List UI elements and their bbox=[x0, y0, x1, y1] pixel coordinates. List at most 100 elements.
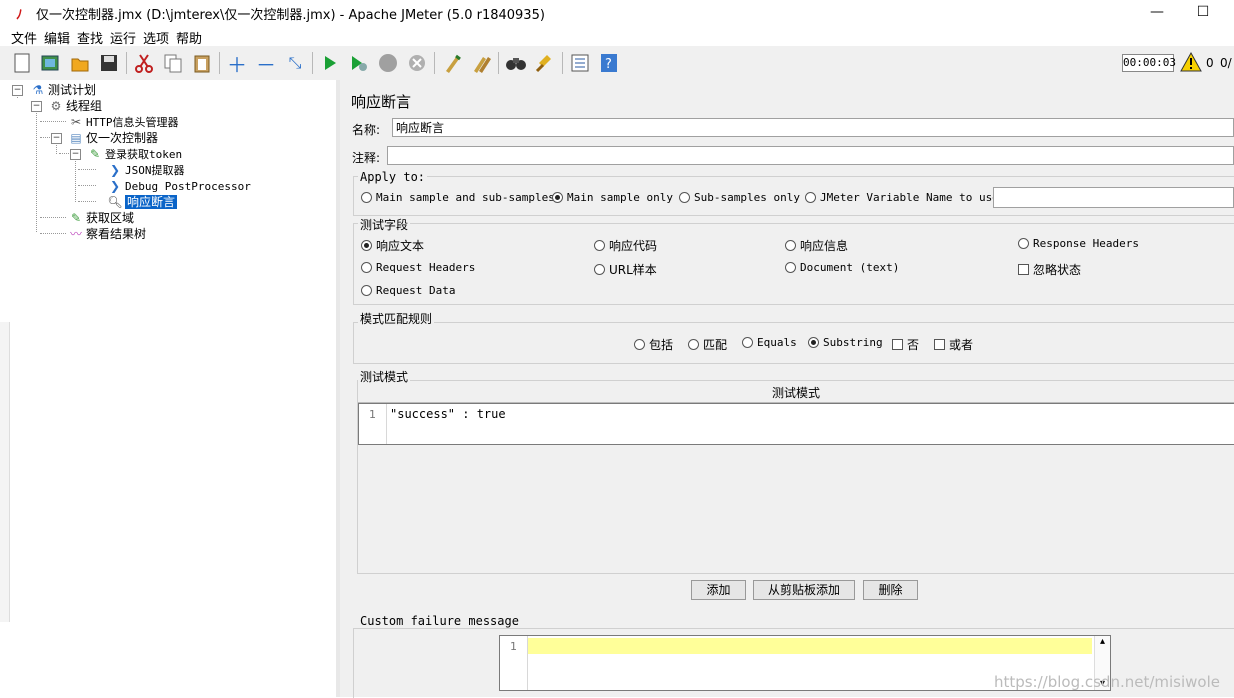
clear-all-icon[interactable] bbox=[469, 51, 493, 75]
field-document-radio[interactable]: Document (text) bbox=[785, 261, 899, 274]
name-label: 名称: bbox=[352, 123, 381, 137]
watermark: https://blog.csdn.net/misiwole bbox=[993, 673, 1220, 691]
reset-search-icon[interactable] bbox=[533, 51, 557, 75]
collapse-toggle[interactable]: − bbox=[12, 85, 23, 96]
add-from-clipboard-button[interactable]: 从剪贴板添加 bbox=[753, 580, 855, 600]
svg-text:?: ? bbox=[605, 57, 612, 72]
elapsed-time: 00:00:03 bbox=[1122, 54, 1176, 72]
toolbar: ＋ － ⤡ ? 00:00:03 0 0/ bbox=[0, 46, 1234, 81]
cut-icon[interactable] bbox=[132, 51, 156, 75]
collapse-toggle[interactable]: − bbox=[51, 133, 62, 144]
save-icon[interactable] bbox=[97, 51, 121, 75]
pattern-rules-title: 模式匹配规则 bbox=[358, 310, 435, 327]
rule-equals-radio[interactable]: Equals bbox=[742, 336, 797, 349]
field-response-text-radio[interactable]: 响应文本 bbox=[361, 237, 424, 254]
tree-item-header-manager[interactable]: ✂ HTTP信息头管理器 bbox=[68, 114, 179, 130]
expand-all-icon[interactable]: ＋ bbox=[225, 51, 249, 77]
minimize-button[interactable]: — bbox=[1134, 0, 1180, 24]
warning-count: 0 bbox=[1206, 56, 1214, 70]
rule-contains-radio[interactable]: 包括 bbox=[634, 336, 673, 353]
field-response-headers-radio[interactable]: Response Headers bbox=[1018, 237, 1139, 250]
tree-item-view-results-tree[interactable]: 〰察看结果树 bbox=[68, 226, 146, 242]
rule-substring-radio[interactable]: Substring bbox=[808, 336, 883, 349]
background-window-edge bbox=[0, 322, 10, 622]
tree-item-debug-postprocessor[interactable]: ❯ Debug PostProcessor bbox=[107, 178, 251, 194]
collapse-toggle[interactable]: − bbox=[70, 149, 81, 160]
test-plan-tree: − − − − ⚗ 测试计划 ⚙ 线程组 ✂ HTTP信息头管理器 ▤ 仅一次控制器 ✎… bbox=[0, 80, 337, 697]
stop-icon[interactable] bbox=[376, 51, 400, 75]
field-response-message-radio[interactable]: 响应信息 bbox=[785, 237, 848, 254]
new-icon[interactable] bbox=[10, 51, 34, 75]
menu-search[interactable]: 查找 bbox=[77, 28, 103, 47]
shutdown-icon[interactable] bbox=[405, 51, 429, 75]
help-icon[interactable]: ? bbox=[597, 51, 621, 75]
menu-options[interactable]: 选项 bbox=[143, 28, 169, 47]
extractor-icon: ❯ bbox=[109, 163, 121, 177]
line-gutter: 1 bbox=[359, 404, 387, 444]
tree-item-thread-group[interactable]: ⚙ 线程组 bbox=[48, 98, 102, 114]
apply-variable-radio[interactable]: JMeter Variable Name to use bbox=[805, 191, 999, 204]
listener-icon: 〰 bbox=[69, 227, 82, 241]
variable-name-field[interactable] bbox=[993, 187, 1234, 208]
comment-label: 注释: bbox=[352, 151, 381, 165]
search-icon[interactable] bbox=[504, 51, 528, 75]
apply-sub-only-radio[interactable]: Sub-samples only bbox=[679, 191, 800, 204]
rule-matches-radio[interactable]: 匹配 bbox=[688, 336, 727, 353]
panel-title: 响应断言 bbox=[351, 93, 412, 111]
custom-failure-title: Custom failure message bbox=[358, 614, 521, 628]
name-field[interactable]: 响应断言 bbox=[392, 118, 1234, 137]
menu-edit[interactable]: 编辑 bbox=[44, 28, 70, 47]
comment-field[interactable] bbox=[387, 146, 1234, 165]
gear-icon: ⚙ bbox=[50, 99, 62, 113]
start-no-pauses-icon[interactable] bbox=[347, 51, 371, 75]
flask-icon: ⚗ bbox=[32, 83, 44, 97]
menu-bar: 文件 编辑 查找 运行 选项 帮助 bbox=[0, 26, 1234, 47]
sampler-icon: ✎ bbox=[89, 147, 101, 161]
open-icon[interactable] bbox=[68, 51, 92, 75]
ignore-status-checkbox[interactable]: 忽略状态 bbox=[1018, 261, 1081, 278]
field-request-data-radio[interactable]: Request Data bbox=[361, 284, 455, 297]
paste-icon[interactable] bbox=[190, 51, 214, 75]
collapse-toggle[interactable]: − bbox=[31, 101, 42, 112]
tree-item-test-plan[interactable]: ⚗ 测试计划 bbox=[30, 82, 96, 98]
add-pattern-button[interactable]: 添加 bbox=[691, 580, 746, 600]
title-bar: ﾉ 仅一次控制器.jmx (D:\jmterex\仅一次控制器.jmx) - A… bbox=[0, 0, 1234, 24]
line-gutter: 1 bbox=[500, 636, 528, 690]
postprocessor-icon: ❯ bbox=[109, 179, 121, 193]
field-request-headers-radio[interactable]: Request Headers bbox=[361, 261, 475, 274]
current-line-highlight bbox=[528, 638, 1092, 654]
rule-not-checkbox[interactable]: 否 bbox=[892, 336, 919, 353]
tree-item-json-extractor[interactable]: ❯ JSON提取器 bbox=[107, 162, 185, 178]
field-to-test-title: 测试字段 bbox=[358, 216, 411, 233]
jmeter-feather-icon: ﾉ bbox=[16, 8, 23, 23]
patterns-column-header: 测试模式 bbox=[358, 385, 1234, 403]
toggle-icon[interactable]: ⤡ bbox=[283, 51, 307, 75]
menu-file[interactable]: 文件 bbox=[11, 28, 37, 47]
maximize-button[interactable]: ☐ bbox=[1180, 0, 1226, 24]
tree-item-get-region-sampler[interactable]: ✎ 获取区域 bbox=[68, 210, 134, 226]
menu-help[interactable]: 帮助 bbox=[176, 28, 202, 47]
field-response-code-radio[interactable]: 响应代码 bbox=[594, 237, 657, 254]
templates-icon[interactable] bbox=[38, 51, 62, 75]
start-icon[interactable] bbox=[318, 51, 342, 75]
pattern-text: "success" : true bbox=[390, 407, 506, 421]
menu-run[interactable]: 运行 bbox=[110, 28, 136, 47]
rule-or-checkbox[interactable]: 或者 bbox=[934, 336, 973, 353]
controller-icon: ▤ bbox=[70, 131, 82, 145]
tree-item-once-only-controller[interactable]: ▤ 仅一次控制器 bbox=[68, 130, 158, 146]
copy-icon[interactable] bbox=[161, 51, 185, 75]
function-helper-icon[interactable] bbox=[568, 51, 592, 75]
window-title: 仅一次控制器.jmx (D:\jmterex\仅一次控制器.jmx) - Apa… bbox=[36, 8, 545, 23]
tree-item-login-sampler[interactable]: ✎ 登录获取token bbox=[87, 146, 182, 162]
field-url-radio[interactable]: URL样本 bbox=[594, 261, 657, 278]
delete-pattern-button[interactable]: 删除 bbox=[863, 580, 918, 600]
tree-item-response-assertion[interactable]: 🔍︎ 响应断言 bbox=[107, 194, 178, 210]
active-threads: 0/ bbox=[1220, 56, 1232, 70]
sampler-icon: ✎ bbox=[70, 211, 82, 225]
apply-main-only-radio[interactable]: Main sample only bbox=[552, 191, 673, 204]
clear-icon[interactable] bbox=[440, 51, 464, 75]
apply-main-and-sub-radio[interactable]: Main sample and sub-samples bbox=[361, 191, 555, 204]
collapse-all-icon[interactable]: － bbox=[254, 51, 278, 77]
patterns-editor[interactable]: 1 "success" : true bbox=[358, 403, 1234, 445]
warning-icon[interactable] bbox=[1180, 51, 1202, 75]
